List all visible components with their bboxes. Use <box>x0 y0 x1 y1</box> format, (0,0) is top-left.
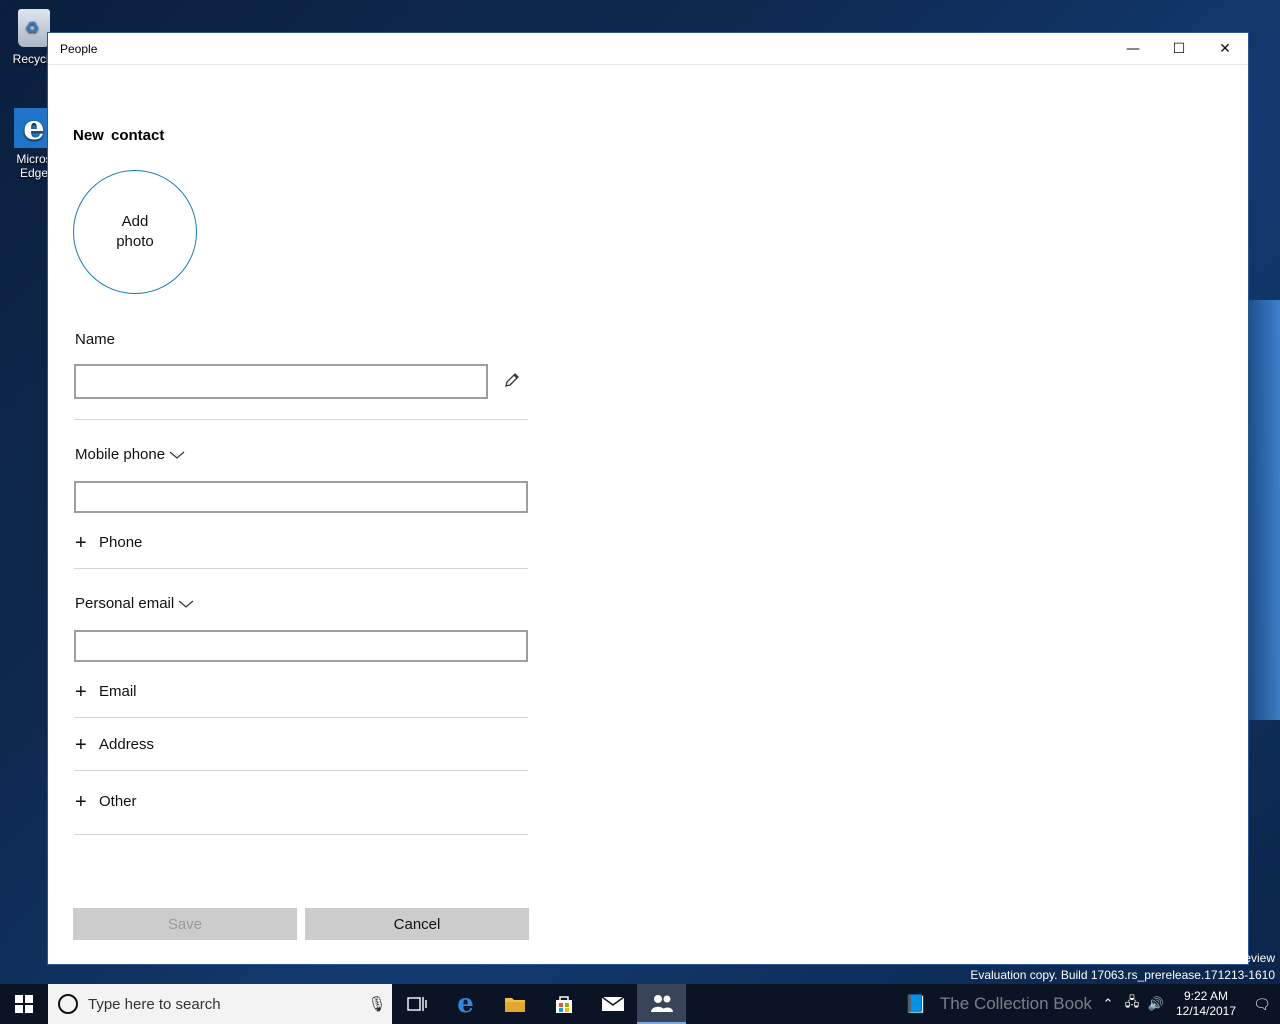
search-placeholder: Type here to search <box>88 995 221 1013</box>
email-type-label: Personal email <box>75 595 175 612</box>
evaluation-watermark: Evaluation copy. Build 17063.rs_prerelea… <box>970 968 1275 982</box>
edit-name-pencil-icon[interactable] <box>503 371 521 389</box>
maximize-button[interactable]: ☐ <box>1156 33 1202 65</box>
email-input[interactable] <box>74 630 528 662</box>
add-other-button[interactable]: + Other <box>75 790 137 813</box>
clock[interactable]: 9:22 AM 12/14/2017 <box>1168 989 1244 1019</box>
task-view-icon[interactable] <box>392 984 441 1024</box>
taskbar-search-box[interactable]: Type here to search 🎙 <box>48 984 392 1024</box>
add-other-label: Other <box>99 793 137 810</box>
people-window: People — ☐ ✕ New contact Add photo Name … <box>47 32 1249 965</box>
divider <box>74 717 528 718</box>
add-phone-button[interactable]: + Phone <box>75 531 143 554</box>
file-explorer-icon[interactable] <box>490 984 539 1024</box>
name-input[interactable] <box>74 364 488 399</box>
chevron-down-icon <box>178 600 194 608</box>
divider <box>74 770 528 771</box>
tray-watermark-text: The Collection Book <box>939 994 1093 1013</box>
add-address-label: Address <box>99 736 155 753</box>
minimize-button[interactable]: — <box>1110 33 1156 65</box>
plus-icon: + <box>75 733 87 756</box>
add-phone-label: Phone <box>99 534 143 551</box>
phone-input[interactable] <box>74 481 528 513</box>
mail-icon[interactable] <box>588 984 637 1024</box>
watermark-text: eview <box>1244 951 1275 965</box>
clock-date: 12/14/2017 <box>1175 1004 1237 1018</box>
edge-browser-icon[interactable]: e <box>441 984 490 1024</box>
window-titlebar[interactable]: People — ☐ ✕ <box>48 33 1248 65</box>
save-button[interactable]: Save <box>73 908 297 940</box>
windows-logo-icon <box>15 995 33 1013</box>
notification-icon[interactable]: 🗨 <box>1244 996 1280 1013</box>
divider <box>74 568 528 569</box>
plus-icon: + <box>75 680 87 703</box>
phone-type-dropdown[interactable]: Mobile phone <box>75 446 185 463</box>
chevron-up-icon[interactable]: ⌃ <box>1096 996 1120 1012</box>
taskbar: Type here to search 🎙 e 📘 The Collection… <box>0 984 1280 1024</box>
people-app-icon[interactable] <box>637 984 686 1024</box>
page-title: New contact <box>73 127 165 144</box>
email-type-dropdown[interactable]: Personal email <box>75 595 194 612</box>
chevron-down-icon <box>169 451 185 459</box>
start-button[interactable] <box>0 984 48 1024</box>
window-title: People <box>60 41 98 56</box>
add-photo-button[interactable]: Add photo <box>73 170 197 294</box>
clock-time: 9:22 AM <box>1183 989 1229 1003</box>
plus-icon: + <box>75 531 87 554</box>
add-photo-label: Add photo <box>116 213 154 250</box>
new-contact-form: New contact Add photo Name Mobile phone … <box>48 65 1248 964</box>
name-label: Name <box>75 331 116 348</box>
add-address-button[interactable]: + Address <box>75 733 155 756</box>
plus-icon: + <box>75 790 87 813</box>
phone-type-label: Mobile phone <box>75 446 166 463</box>
volume-icon[interactable]: 🔊 <box>1144 996 1168 1012</box>
store-icon[interactable] <box>539 984 588 1024</box>
cancel-button[interactable]: Cancel <box>305 908 529 940</box>
add-email-button[interactable]: + Email <box>75 680 137 703</box>
network-icon[interactable]: 🖧 <box>1120 993 1144 1015</box>
divider <box>74 834 528 835</box>
book-app-icon[interactable]: 📘 <box>896 994 936 1015</box>
divider <box>74 419 528 420</box>
microphone-icon[interactable]: 🎙 <box>362 995 392 1013</box>
add-email-label: Email <box>99 683 137 700</box>
cortana-icon <box>58 994 78 1014</box>
close-button[interactable]: ✕ <box>1202 33 1248 65</box>
system-tray: 📘 The Collection Book ⌃ 🖧 🔊 9:22 AM 12/1… <box>896 984 1280 1024</box>
